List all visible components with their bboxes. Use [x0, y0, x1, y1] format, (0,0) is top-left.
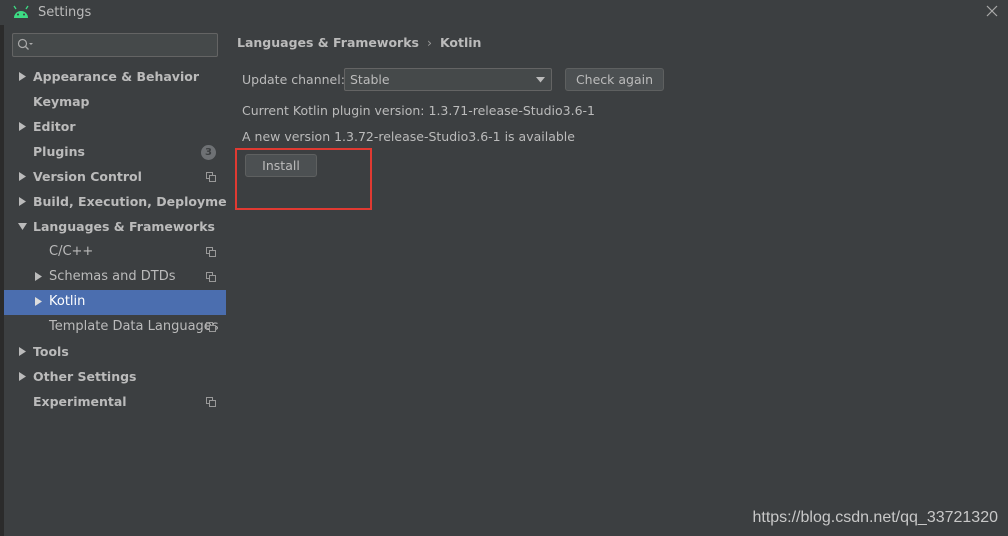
breadcrumb-current: Kotlin — [439, 35, 482, 50]
update-channel-value: Stable — [350, 72, 390, 87]
sidebar-item-label: Plugins — [33, 144, 85, 159]
sidebar-item-languages-frameworks[interactable]: Languages & Frameworks — [4, 215, 226, 240]
chevron-down-icon[interactable] — [18, 222, 28, 232]
update-channel-select[interactable]: Stable — [344, 68, 552, 91]
search-input[interactable] — [37, 36, 213, 54]
check-again-button[interactable]: Check again — [565, 68, 664, 91]
chevron-right-icon[interactable] — [18, 172, 28, 182]
sidebar-item-label: C/C++ — [49, 244, 94, 259]
sidebar-item-experimental[interactable]: Experimental — [4, 390, 226, 415]
android-icon — [13, 5, 29, 18]
chevron-right-icon[interactable] — [18, 197, 28, 207]
sidebar-item-label: Other Settings — [33, 369, 137, 384]
settings-sidebar: Appearance & Behavior Keymap Editor Plugins… — [4, 25, 241, 536]
sidebar-item-label: Editor — [33, 119, 76, 134]
sidebar-item-c-c[interactable]: C/C++ — [4, 240, 226, 265]
sidebar-item-label: Version Control — [33, 169, 142, 184]
chevron-right-icon[interactable] — [18, 372, 28, 382]
settings-tree: Appearance & Behavior Keymap Editor Plugins… — [4, 65, 241, 415]
sidebar-item-label: Languages & Frameworks — [33, 219, 215, 234]
sidebar-item-label: Tools — [33, 344, 69, 359]
project-level-icon — [206, 247, 216, 257]
sidebar-item-label: Kotlin — [49, 294, 86, 309]
sidebar-item-keymap[interactable]: Keymap — [4, 90, 226, 115]
project-level-icon — [206, 172, 216, 182]
sidebar-item-label: Experimental — [33, 394, 127, 409]
sidebar-item-version-control[interactable]: Version Control — [4, 165, 226, 190]
chevron-right-icon[interactable] — [18, 347, 28, 357]
sidebar-item-tools[interactable]: Tools — [4, 340, 226, 365]
chevron-down-icon — [536, 77, 545, 83]
sidebar-item-plugins[interactable]: Plugins 3 — [4, 140, 226, 165]
chevron-right-icon[interactable] — [34, 272, 44, 282]
search-box[interactable] — [12, 33, 218, 57]
close-icon[interactable] — [984, 3, 1000, 19]
sidebar-item-schemas-and-dtds[interactable]: Schemas and DTDs — [4, 265, 226, 290]
sidebar-item-label: Schemas and DTDs — [49, 269, 176, 284]
chevron-right-icon[interactable] — [18, 122, 28, 132]
annotation-highlight-box — [235, 148, 372, 210]
project-level-icon — [206, 272, 216, 282]
sidebar-item-label: Appearance & Behavior — [33, 69, 199, 84]
chevron-right-icon[interactable] — [34, 297, 44, 307]
window-title: Settings — [38, 5, 92, 20]
title-bar: Settings — [0, 0, 1008, 25]
search-icon — [17, 38, 33, 50]
plugins-update-badge: 3 — [201, 145, 216, 160]
sidebar-item-label: Template Data Languages — [49, 319, 219, 334]
update-channel-label: Update channel: — [242, 72, 345, 87]
project-level-icon — [206, 322, 216, 332]
chevron-right-icon[interactable] — [18, 72, 28, 82]
breadcrumb: Languages & Frameworks › Kotlin — [237, 35, 481, 50]
project-level-icon — [206, 397, 216, 407]
sidebar-item-editor[interactable]: Editor — [4, 115, 226, 140]
sidebar-item-appearance-behavior[interactable]: Appearance & Behavior — [4, 65, 226, 90]
sidebar-item-label: Keymap — [33, 94, 90, 109]
sidebar-item-kotlin[interactable]: Kotlin — [4, 290, 226, 315]
kotlin-settings-panel: Languages & Frameworks › Kotlin Update cha… — [226, 25, 1008, 536]
sidebar-item-label: Build, Execution, Deployment — [33, 194, 242, 209]
breadcrumb-parent[interactable]: Languages & Frameworks — [237, 35, 419, 50]
sidebar-item-template-data-languages[interactable]: Template Data Languages — [4, 315, 226, 340]
breadcrumb-separator: › — [426, 35, 432, 50]
sidebar-item-other-settings[interactable]: Other Settings — [4, 365, 226, 390]
current-version-text: Current Kotlin plugin version: 1.3.71-re… — [242, 103, 596, 118]
new-version-text: A new version 1.3.72-release-Studio3.6-1… — [242, 129, 575, 144]
watermark: https://blog.csdn.net/qq_33721320 — [752, 509, 998, 526]
sidebar-item-build-execution-deployment[interactable]: Build, Execution, Deployment — [4, 190, 241, 215]
